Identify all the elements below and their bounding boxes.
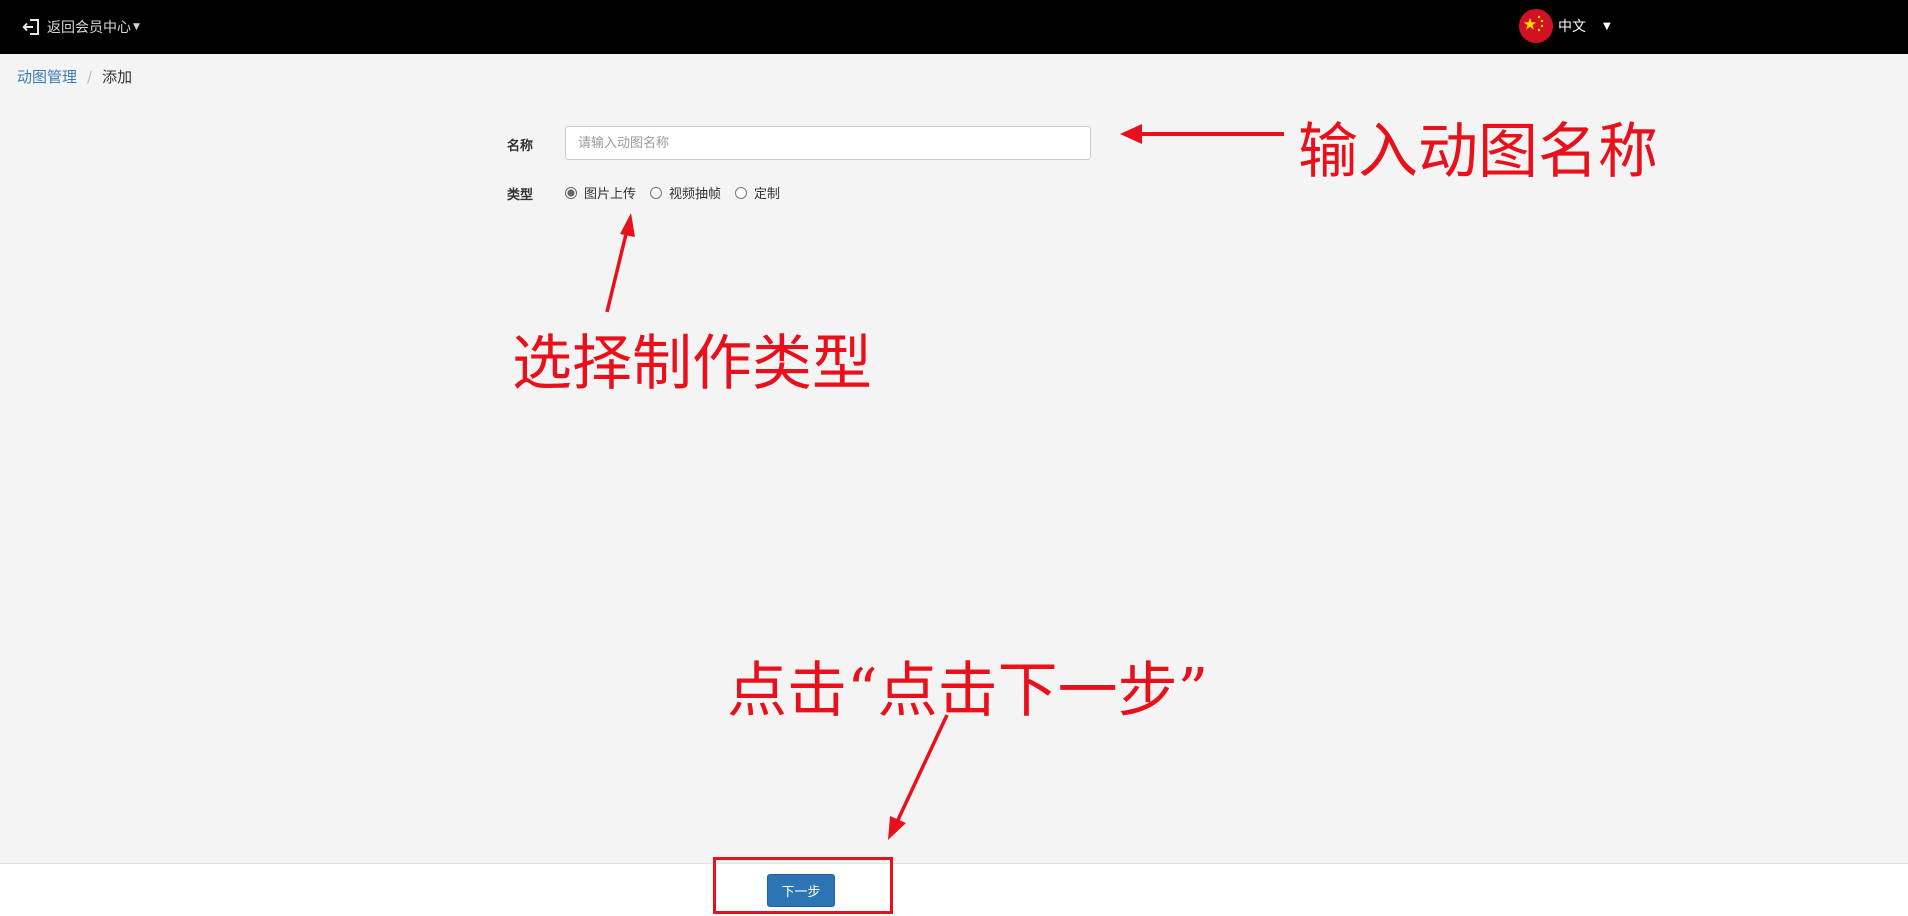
breadcrumb-parent-link[interactable]: 动图管理 (17, 66, 77, 87)
type-label: 类型 (507, 188, 534, 203)
sign-out-icon (22, 16, 44, 38)
breadcrumb-current: 添加 (102, 68, 133, 86)
annotation-name-hint: 输入动图名称 (1298, 117, 1658, 187)
type-radio-group: 图片上传 视频抽帧 定制 (565, 183, 794, 202)
back-link-label: 返回会员中心 (47, 20, 131, 36)
name-label: 名称 (507, 139, 534, 154)
type-option-label: 定制 (754, 187, 781, 202)
footer-bar (0, 863, 1908, 916)
chevron-down-icon: ▼ (1603, 20, 1611, 32)
language-switcher[interactable]: 中文 ▼ (1519, 8, 1611, 44)
annotation-type-hint: 选择制作类型 (512, 329, 872, 399)
breadcrumb-separator: / (87, 67, 93, 86)
language-label: 中文 (1558, 19, 1586, 35)
type-option-video-frames[interactable]: 视频抽帧 (650, 183, 721, 202)
name-input[interactable] (565, 126, 1091, 160)
type-option-image-upload[interactable]: 图片上传 (565, 183, 636, 202)
arrow-to-type-radio (605, 213, 635, 313)
radio-custom[interactable] (735, 186, 748, 199)
arrow-to-next-button (888, 714, 949, 840)
type-option-custom[interactable]: 定制 (735, 183, 780, 202)
annotation-next-hint: 点击“点击下一步” (727, 656, 1209, 726)
top-navbar: 返回会员中心 ▼ 中文 ▼ (0, 0, 1908, 54)
type-option-label: 图片上传 (584, 187, 637, 202)
radio-video-frames[interactable] (650, 186, 663, 199)
breadcrumb: 动图管理 / 添加 (17, 66, 132, 87)
radio-image-upload[interactable] (565, 186, 577, 199)
china-flag-icon (1519, 9, 1553, 43)
next-step-button[interactable]: 下一步 (767, 874, 835, 907)
arrow-to-name-input (1120, 124, 1284, 144)
type-option-label: 视频抽帧 (669, 187, 722, 202)
chevron-down-icon: ▼ (133, 22, 140, 32)
back-to-member-center-link[interactable]: 返回会员中心 ▼ (22, 14, 140, 40)
